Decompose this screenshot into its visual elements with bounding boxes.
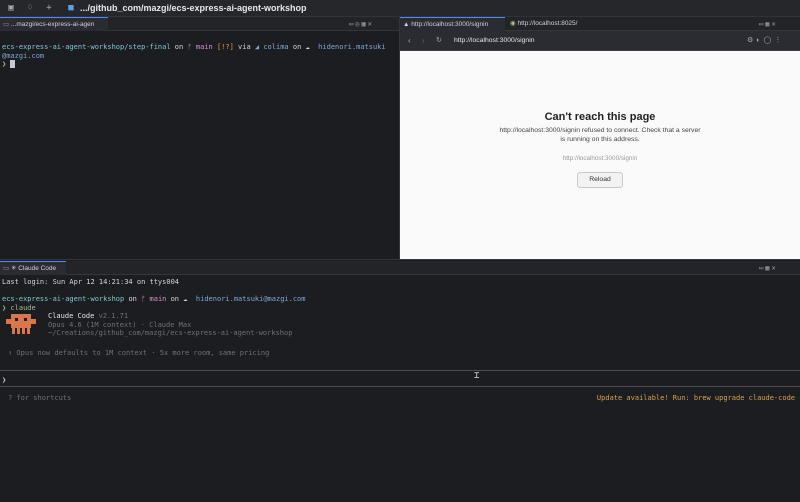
branch-icon: ᚠ	[187, 43, 192, 51]
close-icon[interactable]: ✕	[771, 20, 777, 28]
claude-header: Claude Code v2.1.71 Opus 4.6 (1M context…	[48, 312, 293, 338]
error-title-wrap: Can't reach this page	[400, 107, 800, 125]
reload-icon[interactable]: ↻	[436, 36, 442, 44]
branch-icon: ᚠ	[141, 295, 146, 304]
tab-left-terminal[interactable]: ▭ ...mazgi/ecs-express-ai-agen	[0, 17, 108, 31]
mouse-cursor-icon: ⌶	[474, 371, 480, 381]
back-icon[interactable]: ‹	[408, 36, 411, 45]
vercel-icon: ▲	[403, 21, 412, 28]
bottom-pane-actions[interactable]: ▭▦✕	[759, 264, 778, 272]
pane-actions[interactable]: ▭◎▦✕	[349, 20, 374, 28]
claude-input-prompt[interactable]: ❯	[2, 376, 22, 385]
browser-toolbar-icons[interactable]: ⚙◐◯⋮	[747, 36, 784, 44]
cloud-icon: ☁	[305, 43, 310, 51]
window-titlebar: ▣ ♢ + ■ .../github_com/mazgi/ecs-express…	[0, 0, 800, 17]
input-border-top	[0, 370, 800, 371]
error-line-2: is running on this address.	[560, 136, 640, 143]
window-title: .../github_com/mazgi/ecs-express-ai-agen…	[80, 3, 307, 13]
browser-viewport	[400, 31, 800, 259]
bell-icon[interactable]: ♢	[25, 3, 35, 13]
left-pane-tabstrip: ▭ ...mazgi/ecs-express-ai-agen ▭◎▦✕	[0, 17, 400, 31]
reload-button[interactable]: Reload	[577, 172, 623, 188]
left-terminal-output[interactable]: ecs-express-ai-agent-workshop/step-final…	[2, 43, 398, 69]
forward-icon[interactable]: ›	[422, 36, 425, 45]
tab-browser-signin[interactable]: ▲ http://localhost:3000/signin	[400, 17, 505, 31]
error-title: Can't reach this page	[544, 111, 656, 123]
browser-pane-actions[interactable]: ▭▦✕	[759, 20, 778, 28]
close-icon[interactable]: ✕	[771, 264, 777, 272]
terminal-icon: ▭	[3, 21, 11, 28]
shield-icon[interactable]: ◐	[756, 37, 763, 44]
browser-urlbar: ‹ › ↻ http://localhost:3000/signin ⚙◐◯⋮	[400, 31, 800, 51]
plus-icon[interactable]: +	[44, 3, 54, 13]
cloud-icon: ☁	[183, 295, 188, 304]
error-line-1: http://localhost:3000/signin refused to …	[499, 127, 701, 134]
menu-icon[interactable]: ⋮	[774, 37, 784, 44]
claude-tip: ↑ Opus now defaults to 1M context · 5x m…	[8, 349, 270, 357]
extension-icon[interactable]: ⚙	[747, 37, 756, 44]
url-field[interactable]: http://localhost:3000/signin	[454, 37, 534, 44]
pane-divider-horizontal[interactable]	[0, 259, 800, 260]
bottom-terminal-output[interactable]: Last login: Sun Apr 12 14:21:34 on ttys0…	[2, 278, 798, 312]
tab-browser-mailpit[interactable]: ◉ http://localhost:8025/	[507, 17, 617, 31]
error-message: http://localhost:3000/signin refused to …	[480, 126, 720, 144]
close-icon[interactable]: ✕	[368, 20, 374, 28]
account-icon[interactable]: ◯	[764, 37, 775, 44]
bottom-pane-tabstrip: ▭ ✳ Claude Code ▭▦✕	[0, 261, 800, 275]
claude-mascot-icon	[6, 314, 36, 336]
input-border-bottom	[0, 386, 800, 387]
sidebar-toggle-icon[interactable]: ▣	[6, 3, 16, 13]
folder-icon: ■	[68, 3, 74, 13]
browser-tabstrip: ▲ http://localhost:3000/signin ◉ http://…	[400, 17, 800, 31]
cursor: ▯	[10, 60, 15, 69]
update-notice: Update available! Run: brew upgrade clau…	[596, 394, 795, 402]
terminal-icon: ▭	[3, 265, 11, 272]
error-detail: http://localhost:3000/signin	[562, 155, 638, 162]
colima-icon: ◢	[254, 43, 260, 51]
tab-claude-code[interactable]: ▭ ✳ Claude Code	[0, 261, 66, 275]
shortcuts-hint: ? for shortcuts	[8, 394, 72, 402]
